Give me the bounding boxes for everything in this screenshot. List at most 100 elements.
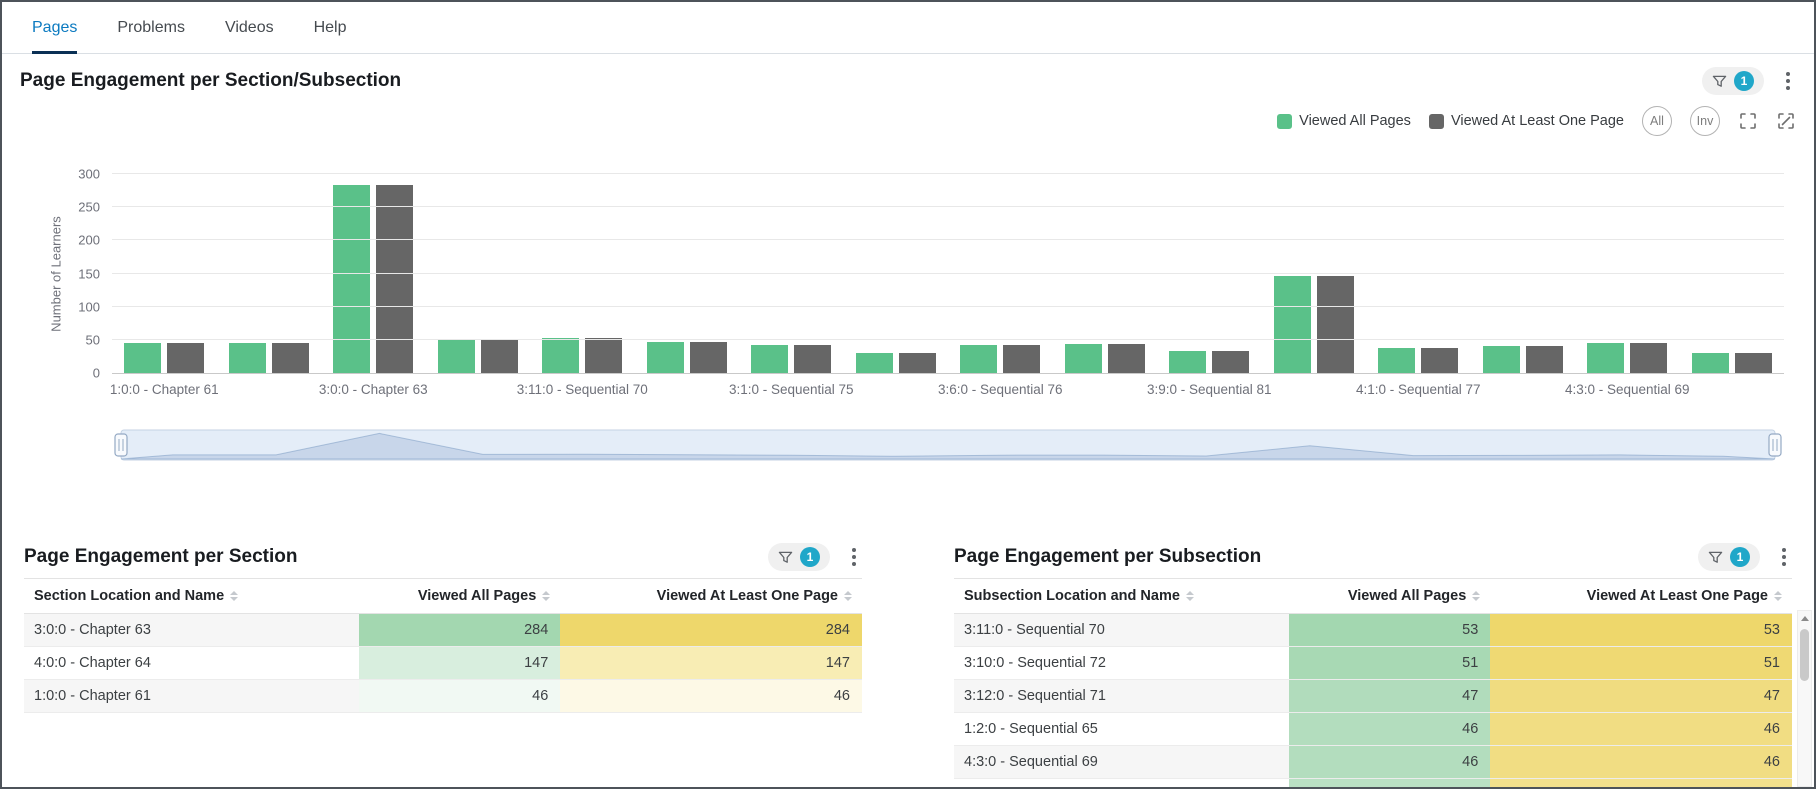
column-header-viewed-one[interactable]: Viewed At Least One Page — [560, 579, 862, 614]
bar-group — [426, 174, 531, 373]
bar-viewed-at-least-one-page[interactable] — [1421, 348, 1458, 373]
bar-viewed-all-pages[interactable] — [1169, 351, 1206, 373]
column-header-name[interactable]: Section Location and Name — [24, 579, 359, 614]
more-options-button[interactable] — [1780, 67, 1796, 95]
bar-viewed-all-pages[interactable] — [960, 345, 997, 373]
bar-viewed-all-pages[interactable] — [856, 353, 893, 373]
legend-item-viewed-all[interactable]: Viewed All Pages — [1277, 113, 1411, 129]
filter-indicator[interactable]: 1 — [1702, 67, 1764, 95]
bar-viewed-all-pages[interactable] — [1378, 348, 1415, 373]
scroll-up-arrow-icon[interactable] — [1798, 611, 1811, 625]
x-axis-label: 3:9:0 - Sequential 81 — [1157, 382, 1262, 402]
chart-card: Page Engagement per Section/Subsection 1… — [2, 54, 1814, 464]
bar-viewed-all-pages[interactable] — [1483, 346, 1520, 373]
viewed-all-pages-cell: 46 — [1289, 746, 1490, 779]
tab-videos[interactable]: Videos — [225, 2, 274, 53]
bar-group — [1575, 174, 1680, 373]
bar-viewed-at-least-one-page[interactable] — [585, 338, 622, 373]
sort-icon — [1186, 591, 1194, 601]
scrollbar-thumb[interactable] — [1800, 629, 1809, 681]
viewed-all-pages-cell: 46 — [359, 680, 560, 713]
filter-indicator[interactable]: 1 — [1698, 543, 1760, 571]
bar-viewed-all-pages[interactable] — [1587, 343, 1624, 374]
viewed-at-least-one-page-cell: 43 — [1490, 779, 1792, 789]
bar-viewed-at-least-one-page[interactable] — [1212, 351, 1249, 373]
bar-viewed-all-pages[interactable] — [1065, 344, 1102, 373]
table-row[interactable]: 1:2:0 - Sequential 654646 — [954, 713, 1792, 746]
x-axis-label: 3:1:0 - Sequential 75 — [739, 382, 844, 402]
location-name-cell: 3:0:0 - Chapter 63 — [24, 614, 359, 647]
table-row[interactable]: 1:0:0 - Chapter 614646 — [24, 680, 862, 713]
bar-viewed-all-pages[interactable] — [1274, 276, 1311, 374]
bar-viewed-all-pages[interactable] — [751, 345, 788, 373]
bar-viewed-at-least-one-page[interactable] — [899, 353, 936, 373]
tab-pages[interactable]: Pages — [32, 2, 77, 53]
sort-icon — [1472, 591, 1480, 601]
legend-swatch-gray — [1429, 114, 1444, 129]
bar-viewed-all-pages[interactable] — [438, 339, 475, 373]
table-row[interactable]: 3:7:0 - Sequential 744343 — [954, 779, 1792, 789]
bar-viewed-at-least-one-page[interactable] — [1317, 276, 1354, 374]
zoom-reset-icon[interactable] — [1776, 111, 1796, 131]
tab-bar: Pages Problems Videos Help — [2, 2, 1814, 54]
bar-viewed-all-pages[interactable] — [229, 343, 266, 374]
column-header-viewed-all[interactable]: Viewed All Pages — [359, 579, 560, 614]
bar-viewed-at-least-one-page[interactable] — [376, 185, 413, 373]
table-row[interactable]: 3:0:0 - Chapter 63284284 — [24, 614, 862, 647]
table-row[interactable]: 3:11:0 - Sequential 705353 — [954, 614, 1792, 647]
tab-problems[interactable]: Problems — [117, 2, 185, 53]
viewed-all-pages-cell: 46 — [1289, 713, 1490, 746]
legend-select-all-button[interactable]: All — [1642, 106, 1672, 136]
bar-viewed-at-least-one-page[interactable] — [481, 339, 518, 373]
bar-viewed-at-least-one-page[interactable] — [1003, 345, 1040, 373]
bar-viewed-all-pages[interactable] — [333, 185, 370, 373]
more-options-button[interactable] — [1776, 543, 1792, 571]
legend-item-viewed-one[interactable]: Viewed At Least One Page — [1429, 113, 1624, 129]
bar-viewed-at-least-one-page[interactable] — [167, 343, 204, 374]
table-row[interactable]: 4:0:0 - Chapter 64147147 — [24, 647, 862, 680]
y-axis-tick-label: 300 — [78, 168, 100, 181]
filter-indicator[interactable]: 1 — [768, 543, 830, 571]
column-header-viewed-one[interactable]: Viewed At Least One Page — [1490, 579, 1792, 614]
bar-viewed-all-pages[interactable] — [124, 343, 161, 374]
table-row[interactable]: 4:3:0 - Sequential 694646 — [954, 746, 1792, 779]
bar-viewed-at-least-one-page[interactable] — [690, 342, 727, 373]
bar-viewed-at-least-one-page[interactable] — [1630, 343, 1667, 374]
subsection-thead: Subsection Location and NameViewed All P… — [954, 579, 1792, 614]
bar-viewed-all-pages[interactable] — [1692, 353, 1729, 373]
chart-title: Page Engagement per Section/Subsection — [20, 70, 401, 92]
column-header-name[interactable]: Subsection Location and Name — [954, 579, 1289, 614]
more-options-button[interactable] — [846, 543, 862, 571]
bar-viewed-all-pages[interactable] — [647, 342, 684, 373]
zoom-select-icon[interactable] — [1738, 111, 1758, 131]
table-row[interactable]: 3:10:0 - Sequential 725151 — [954, 647, 1792, 680]
bar-viewed-at-least-one-page[interactable] — [272, 343, 309, 374]
bar-viewed-all-pages[interactable] — [542, 338, 579, 373]
tab-help[interactable]: Help — [314, 2, 347, 53]
bar-viewed-at-least-one-page[interactable] — [1735, 353, 1772, 373]
datazoom-handle[interactable] — [1769, 434, 1781, 456]
legend-toolbox-row: Viewed All Pages Viewed At Least One Pag… — [20, 106, 1796, 136]
bar-group — [635, 174, 740, 373]
bar-viewed-at-least-one-page[interactable] — [1526, 346, 1563, 373]
column-header-viewed-all[interactable]: Viewed All Pages — [1289, 579, 1490, 614]
bar-group — [948, 174, 1053, 373]
bar-viewed-at-least-one-page[interactable] — [794, 345, 831, 373]
filter-icon — [778, 550, 793, 565]
datazoom-svg[interactable] — [112, 426, 1784, 464]
table-row[interactable]: 3:12:0 - Sequential 714747 — [954, 680, 1792, 713]
location-name-cell: 1:0:0 - Chapter 61 — [24, 680, 359, 713]
legend-label: Viewed At Least One Page — [1451, 113, 1624, 129]
gridline — [112, 206, 1784, 207]
viewed-at-least-one-page-cell: 51 — [1490, 647, 1792, 680]
filter-icon — [1708, 550, 1723, 565]
x-axis-label — [844, 382, 949, 402]
bar-viewed-at-least-one-page[interactable] — [1108, 344, 1145, 373]
subsection-table-card: Page Engagement per Subsection 1 Subsect… — [954, 542, 1792, 789]
datazoom-handle[interactable] — [115, 434, 127, 456]
vertical-scrollbar[interactable] — [1797, 610, 1812, 787]
bar-group — [1366, 174, 1471, 373]
legend-invert-button[interactable]: Inv — [1690, 106, 1720, 136]
sort-icon — [542, 591, 550, 601]
location-name-cell: 4:3:0 - Sequential 69 — [954, 746, 1289, 779]
